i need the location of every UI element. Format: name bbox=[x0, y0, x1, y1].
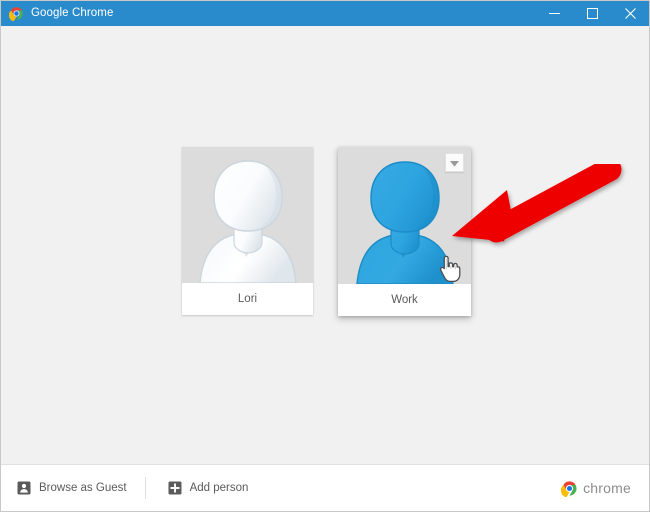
browse-as-guest-button[interactable]: Browse as Guest bbox=[17, 465, 127, 511]
profile-name-strip: Work bbox=[338, 284, 471, 316]
guest-person-icon bbox=[17, 481, 31, 495]
profile-name-label: Lori bbox=[237, 293, 258, 305]
chrome-logo-icon bbox=[8, 6, 24, 22]
window-controls bbox=[535, 1, 649, 26]
bottom-action-bar: Browse as Guest Add person chrome bbox=[1, 464, 649, 511]
profile-card-list: Lori Work bbox=[1, 147, 649, 327]
close-icon[interactable] bbox=[611, 1, 649, 26]
minimize-icon[interactable] bbox=[535, 1, 573, 26]
generic-person-avatar-icon bbox=[355, 161, 454, 284]
chrome-brand: chrome bbox=[560, 480, 631, 497]
window-title-bar: Google Chrome bbox=[1, 1, 649, 26]
add-person-button[interactable]: Add person bbox=[168, 465, 249, 511]
add-person-label: Add person bbox=[189, 482, 249, 494]
add-person-plus-icon bbox=[168, 481, 182, 495]
chrome-brand-text: chrome bbox=[583, 480, 631, 496]
chrome-profile-picker-window: Google Chrome Lori Work Browse as Guest … bbox=[0, 0, 650, 512]
chrome-logo-icon bbox=[560, 480, 578, 497]
profile-options-dropdown-button[interactable] bbox=[445, 153, 464, 172]
browse-as-guest-label: Browse as Guest bbox=[39, 482, 127, 494]
profile-card-lori[interactable]: Lori bbox=[182, 147, 313, 315]
bottom-bar-divider bbox=[144, 477, 146, 499]
profile-name-label: Work bbox=[391, 294, 418, 306]
maximize-icon[interactable] bbox=[573, 1, 611, 26]
profile-name-strip: Lori bbox=[182, 283, 313, 315]
profile-avatar-container bbox=[182, 147, 313, 283]
profile-picker-body: Lori Work bbox=[1, 26, 649, 465]
generic-person-avatar-icon bbox=[198, 160, 297, 283]
window-title-text: Google Chrome bbox=[31, 7, 114, 19]
profile-card-work[interactable]: Work bbox=[338, 147, 471, 316]
chevron-down-icon bbox=[450, 154, 459, 172]
